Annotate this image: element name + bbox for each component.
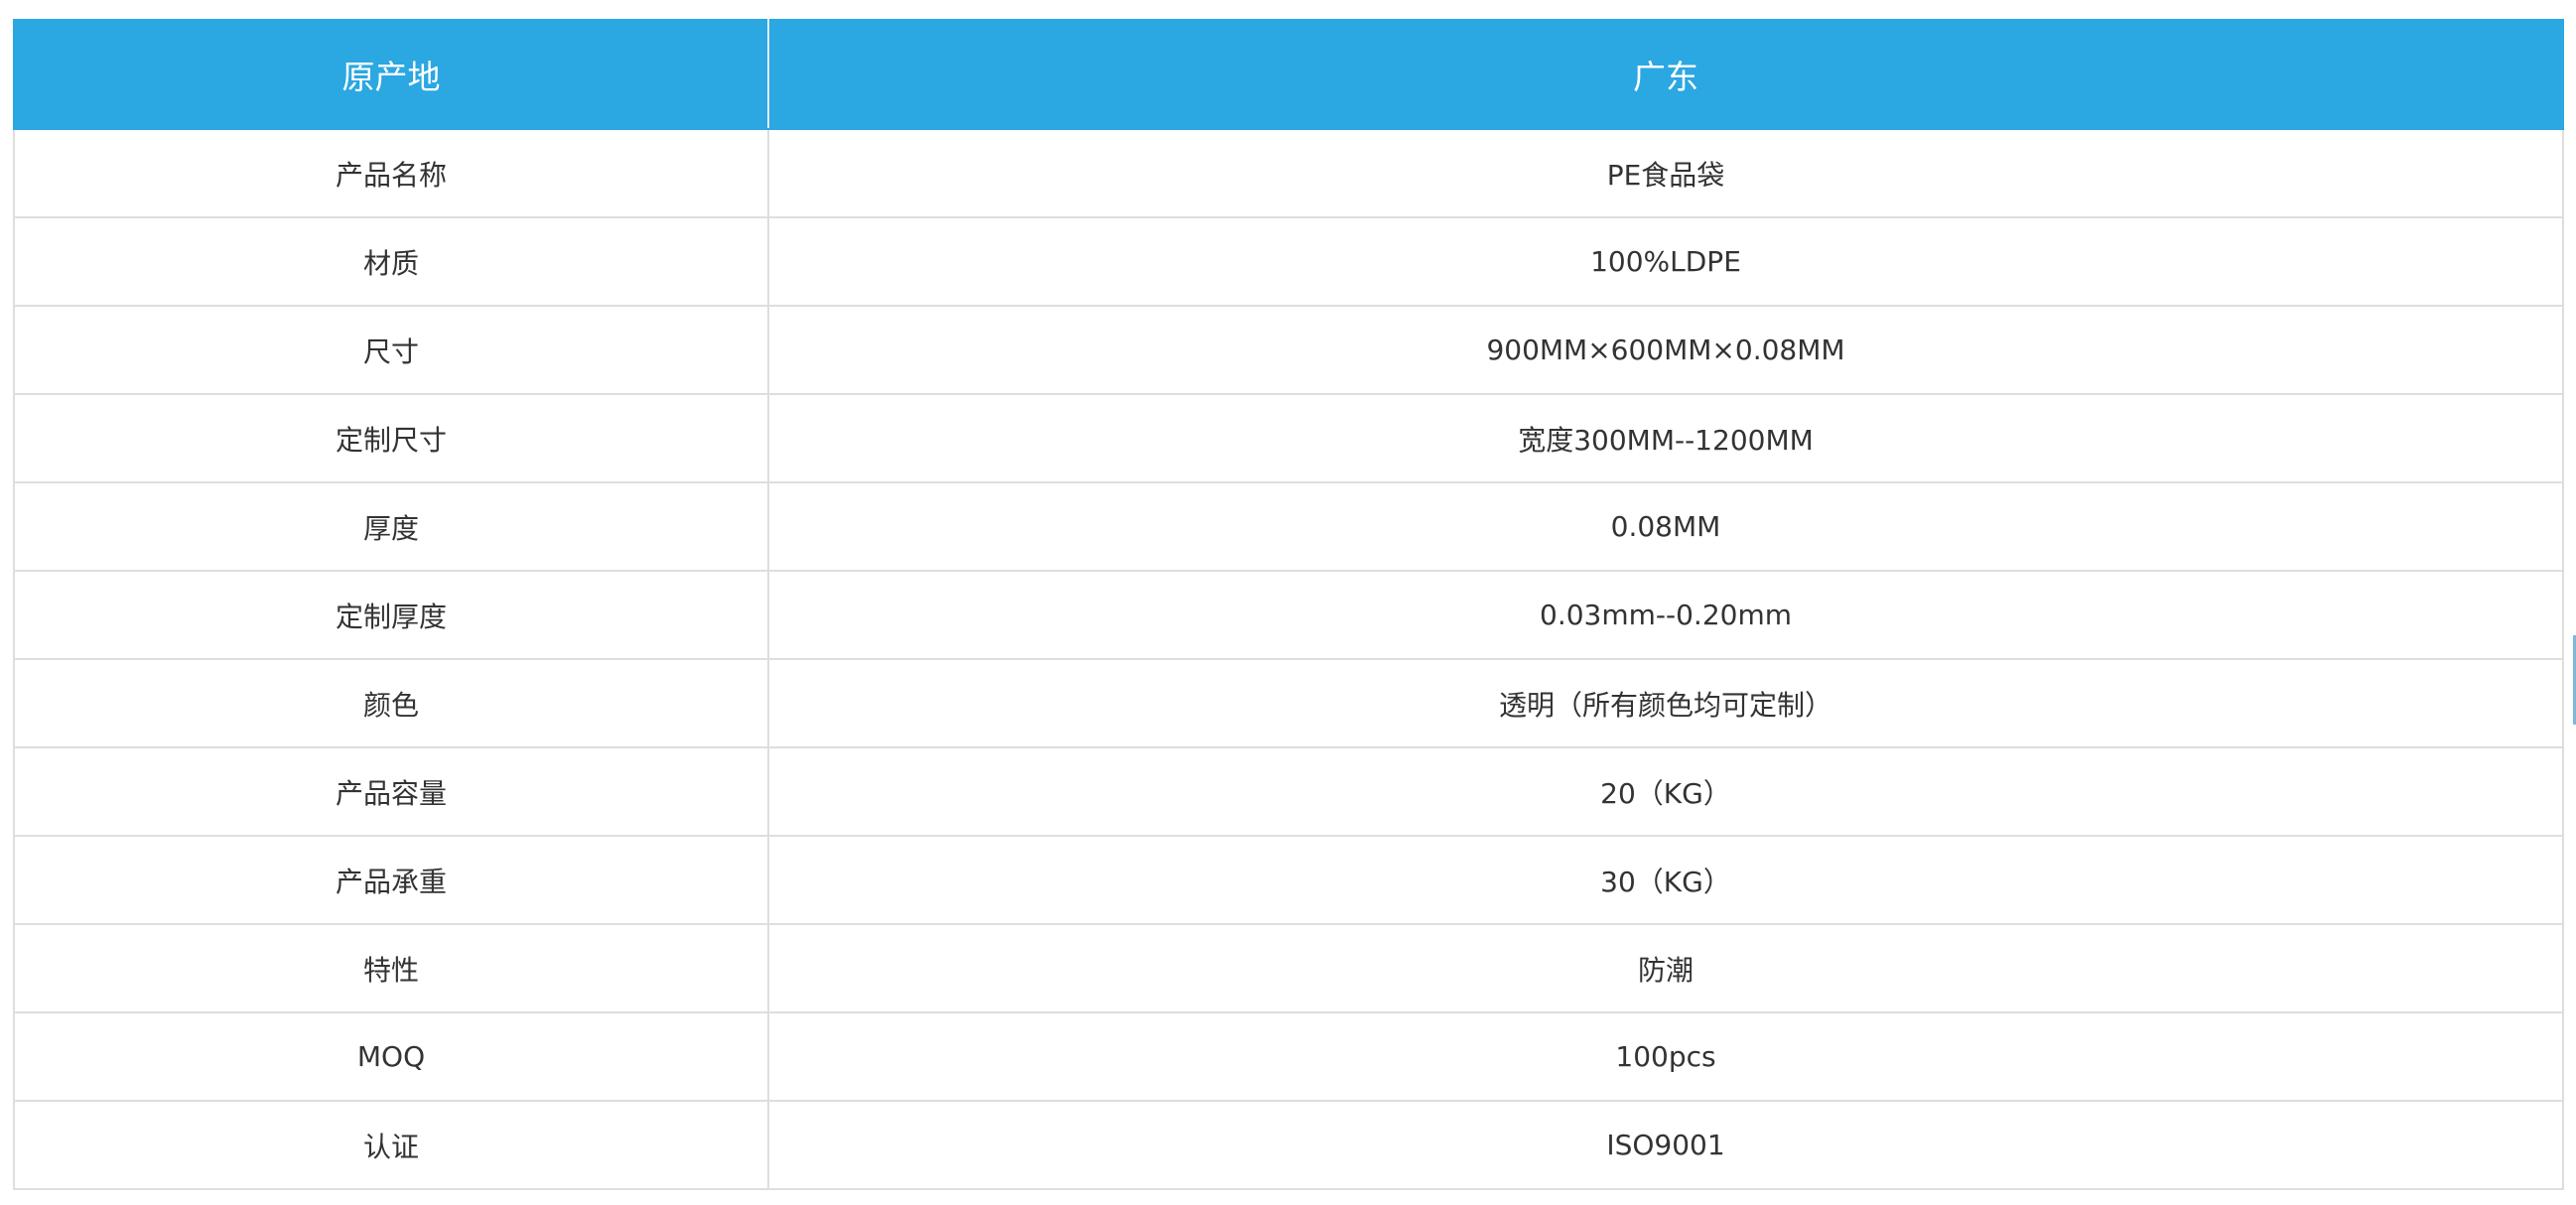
row-value: 0.03mm--0.20mm	[767, 570, 2564, 660]
row-value: 100%LDPE	[767, 216, 2564, 307]
row-label: 定制尺寸	[13, 393, 769, 483]
origin-value: 广东	[767, 19, 2564, 130]
row-label: 产品容量	[13, 746, 769, 837]
row-label: 材质	[13, 216, 769, 307]
spec-table-header: 原产地 广东	[13, 19, 2564, 130]
origin-label: 原产地	[13, 19, 769, 130]
row-value: 30（KG）	[767, 835, 2564, 925]
spec-table-body: 产品名称 PE食品袋 材质 100%LDPE 尺寸 900MM×600MM×0.…	[13, 128, 2564, 1190]
product-spec-table: 原产地 广东 产品名称 PE食品袋 材质 100%LDPE 尺寸 900MM×6…	[13, 19, 2564, 1190]
row-label: 厚度	[13, 481, 769, 572]
table-row: 特性 防潮	[13, 923, 2564, 1013]
header-row: 原产地 广东	[13, 19, 2564, 130]
table-row: 认证 ISO9001	[13, 1100, 2564, 1190]
row-label: 认证	[13, 1100, 769, 1190]
row-value: 20（KG）	[767, 746, 2564, 837]
row-value: 900MM×600MM×0.08MM	[767, 305, 2564, 395]
table-row: 材质 100%LDPE	[13, 216, 2564, 307]
row-label: 定制厚度	[13, 570, 769, 660]
table-row: 产品名称 PE食品袋	[13, 128, 2564, 218]
row-value: 0.08MM	[767, 481, 2564, 572]
row-value: 透明（所有颜色均可定制）	[767, 658, 2564, 748]
table-row: 定制尺寸 宽度300MM--1200MM	[13, 393, 2564, 483]
row-value: 100pcs	[767, 1011, 2564, 1102]
row-label: 颜色	[13, 658, 769, 748]
table-row: 产品承重 30（KG）	[13, 835, 2564, 925]
table-row: 厚度 0.08MM	[13, 481, 2564, 572]
row-value: 防潮	[767, 923, 2564, 1013]
row-label: MOQ	[13, 1011, 769, 1102]
table-row: MOQ 100pcs	[13, 1011, 2564, 1102]
table-row: 产品容量 20（KG）	[13, 746, 2564, 837]
row-value: PE食品袋	[767, 128, 2564, 218]
table-row: 尺寸 900MM×600MM×0.08MM	[13, 305, 2564, 395]
row-value: 宽度300MM--1200MM	[767, 393, 2564, 483]
row-label: 尺寸	[13, 305, 769, 395]
row-value: ISO9001	[767, 1100, 2564, 1190]
row-label: 产品名称	[13, 128, 769, 218]
row-label: 特性	[13, 923, 769, 1013]
row-label: 产品承重	[13, 835, 769, 925]
table-row: 定制厚度 0.03mm--0.20mm	[13, 570, 2564, 660]
table-row: 颜色 透明（所有颜色均可定制）	[13, 658, 2564, 748]
